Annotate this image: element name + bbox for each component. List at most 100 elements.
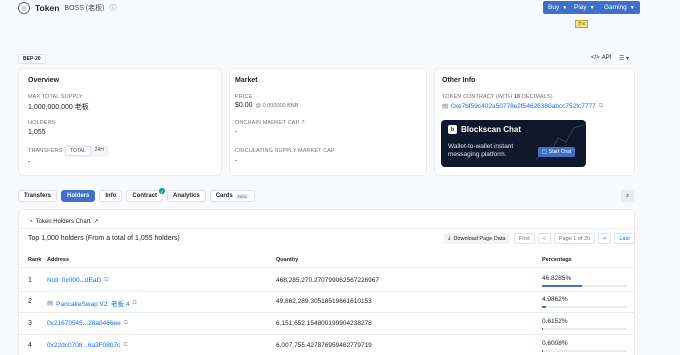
percentage-bar-fill (542, 306, 547, 308)
table-row-percentage: 0.6152% (542, 318, 568, 325)
percentage-bar (542, 328, 627, 330)
table-row-rank: 4 (28, 342, 32, 349)
ad-text-line1: Wallet-to-wallet instant (448, 143, 514, 150)
table-row-percentage: 4.9862% (542, 296, 568, 303)
copy-icon[interactable]: ⧉ (104, 277, 108, 284)
ad-brand: b Blockscan Chat (448, 125, 521, 134)
row-divider (18, 334, 635, 335)
holders-chart-link[interactable]: ◔ Token Holders Chart ↗ (29, 218, 99, 226)
next-page-button[interactable]: > (598, 233, 612, 244)
download-button[interactable]: ⤓ Download Page Data (444, 233, 510, 244)
header-divider (18, 267, 635, 268)
other-info-title: Other Info (442, 77, 476, 84)
table-row-address: ▤ PancakeSwap V2: 老板 4 ⧉ (47, 298, 137, 309)
price-bnb: @ 0.000000 BNB (255, 103, 299, 109)
table-row-rank: 3 (28, 320, 32, 327)
percentage-bar-fill (542, 350, 543, 352)
percentage-bar-fill (542, 285, 582, 287)
ad-chart-graphic (536, 123, 586, 161)
holders-value: 1,055 (28, 129, 46, 136)
contract-address-link[interactable]: 0xe7bf59c402a50778e2f54626380abcc752fc77… (451, 103, 596, 110)
holders-chart-label: Token Holders Chart (35, 218, 91, 225)
table-row-quantity: 6,151,652.154800199904238278 (276, 320, 372, 327)
holders-label: HOLDERS (28, 120, 56, 126)
overview-title: Overview (28, 77, 60, 84)
chevron-down-icon: ▼ (589, 4, 595, 11)
table-row-rank: 2 (28, 298, 32, 305)
chevron-down-icon: ▼ (562, 4, 568, 11)
token-name: BOSS (老板) (64, 5, 105, 12)
ad-brand-name: Blockscan Chat (461, 125, 522, 134)
gaming-button[interactable]: Gaming ▼ (599, 1, 640, 14)
address-link[interactable]: Null: 0x000...dEaD (47, 277, 101, 284)
onchain-cap-value: - (235, 129, 238, 136)
tab-holders[interactable]: Holders (61, 190, 96, 202)
start-chat-label: Start Chat (548, 149, 572, 155)
gaming-button-label: Gaming (604, 4, 627, 11)
search-button[interactable]: ⌕ (621, 190, 634, 202)
percentage-bar (542, 306, 627, 308)
more-options-menu[interactable]: ☰ ▾ (619, 55, 629, 62)
question-icon[interactable]: ? (301, 120, 304, 126)
blockscan-chat-ad[interactable]: b Blockscan Chat Wallet-to-wallet instan… (441, 120, 586, 167)
address-link[interactable]: PancakeSwap V2: 老板 4 (56, 298, 129, 308)
tab-cards[interactable]: Cards New (209, 190, 255, 202)
address-link[interactable]: 0x21670545...28a0466ee (47, 320, 121, 327)
tab-label: Cards (215, 193, 233, 199)
address-link[interactable]: 0x22dc0708...6a3F08b7c (47, 342, 120, 349)
percentage-bar-fill (542, 328, 543, 330)
price-label: PRICE (235, 94, 253, 100)
token-header: ◎ Token BOSS (老板) ⓘ (18, 2, 116, 14)
buy-button[interactable]: Buy ▼ (543, 1, 573, 14)
overview-card: Overview MAX TOTAL SUPPLY 1,000,000,000 … (18, 68, 222, 176)
last-page-button[interactable]: Last (614, 233, 635, 244)
info-icon[interactable]: ⓘ (109, 3, 116, 13)
transfers-toggle: TOTAL 24H (64, 145, 109, 157)
price-value: $0.00 (235, 102, 253, 109)
download-label: Download Page Data (453, 235, 506, 242)
tab-label: Info (105, 193, 117, 199)
tab-info[interactable]: Info (99, 190, 123, 202)
start-chat-button[interactable]: ▢ Start Chat (538, 147, 576, 157)
tab-label: Transfers (24, 193, 52, 199)
24h-pill[interactable]: 24H (91, 146, 108, 156)
lang-badge[interactable]: 文/£ (575, 20, 588, 28)
search-icon: ⌕ (625, 192, 630, 199)
tab-analytics[interactable]: Analytics (167, 190, 206, 202)
copy-icon[interactable]: ⧉ (123, 342, 127, 349)
ad-text: Wallet-to-wallet instant messaging platf… (448, 143, 513, 159)
tab-transfers[interactable]: Transfers (18, 190, 58, 202)
tab-label: Analytics (173, 193, 200, 199)
col-address: Address (47, 257, 70, 263)
percentage-bar (542, 350, 627, 352)
copy-icon[interactable]: ⧉ (133, 300, 137, 307)
tab-label: Holders (67, 193, 90, 199)
table-row-quantity: 6,007,755.427876959462779719 (276, 342, 372, 349)
new-badge: New (235, 193, 249, 199)
api-link[interactable]: </> API (591, 55, 611, 61)
buy-button-label: Buy (548, 4, 560, 11)
total-pill[interactable]: TOTAL (65, 146, 91, 156)
page-indicator: Page 1 of 20 (553, 233, 596, 244)
copy-icon[interactable]: ⧉ (599, 103, 603, 110)
copy-icon[interactable]: ⧉ (124, 320, 128, 327)
tab-contract[interactable]: Contract ✓ (126, 188, 166, 202)
holders-summary: Top 1,000 holders (From a total of 1,055… (28, 235, 180, 242)
circ-cap-label: CIRCULATING SUPPLY MARKET CAP (235, 148, 335, 154)
chevron-down-icon: ▼ (629, 4, 635, 11)
table-row-address: Null: 0x000...dEaD ⧉ (47, 277, 109, 284)
contract-icon: ▤ (442, 103, 449, 110)
percentage-bar (542, 285, 627, 287)
bep-badge: BEP-20 (18, 54, 46, 64)
contract-label-pre: TOKEN CONTRACT (WITH (442, 94, 514, 100)
ad-text-line2: messaging platform. (448, 151, 507, 158)
row-divider (18, 312, 635, 313)
onchain-cap-label: ONCHAIN MARKET CAP (235, 120, 300, 126)
play-button[interactable]: Play ▼ (569, 1, 600, 14)
pie-chart-icon: ◔ (29, 218, 33, 225)
prev-page-button[interactable]: < (537, 233, 551, 244)
first-page-button[interactable]: First (514, 233, 535, 244)
blockscan-logo-icon: b (448, 125, 457, 134)
table-row-address: 0x21670545...28a0466ee ⧉ (47, 320, 128, 327)
external-link-icon: ↗ (93, 219, 99, 225)
